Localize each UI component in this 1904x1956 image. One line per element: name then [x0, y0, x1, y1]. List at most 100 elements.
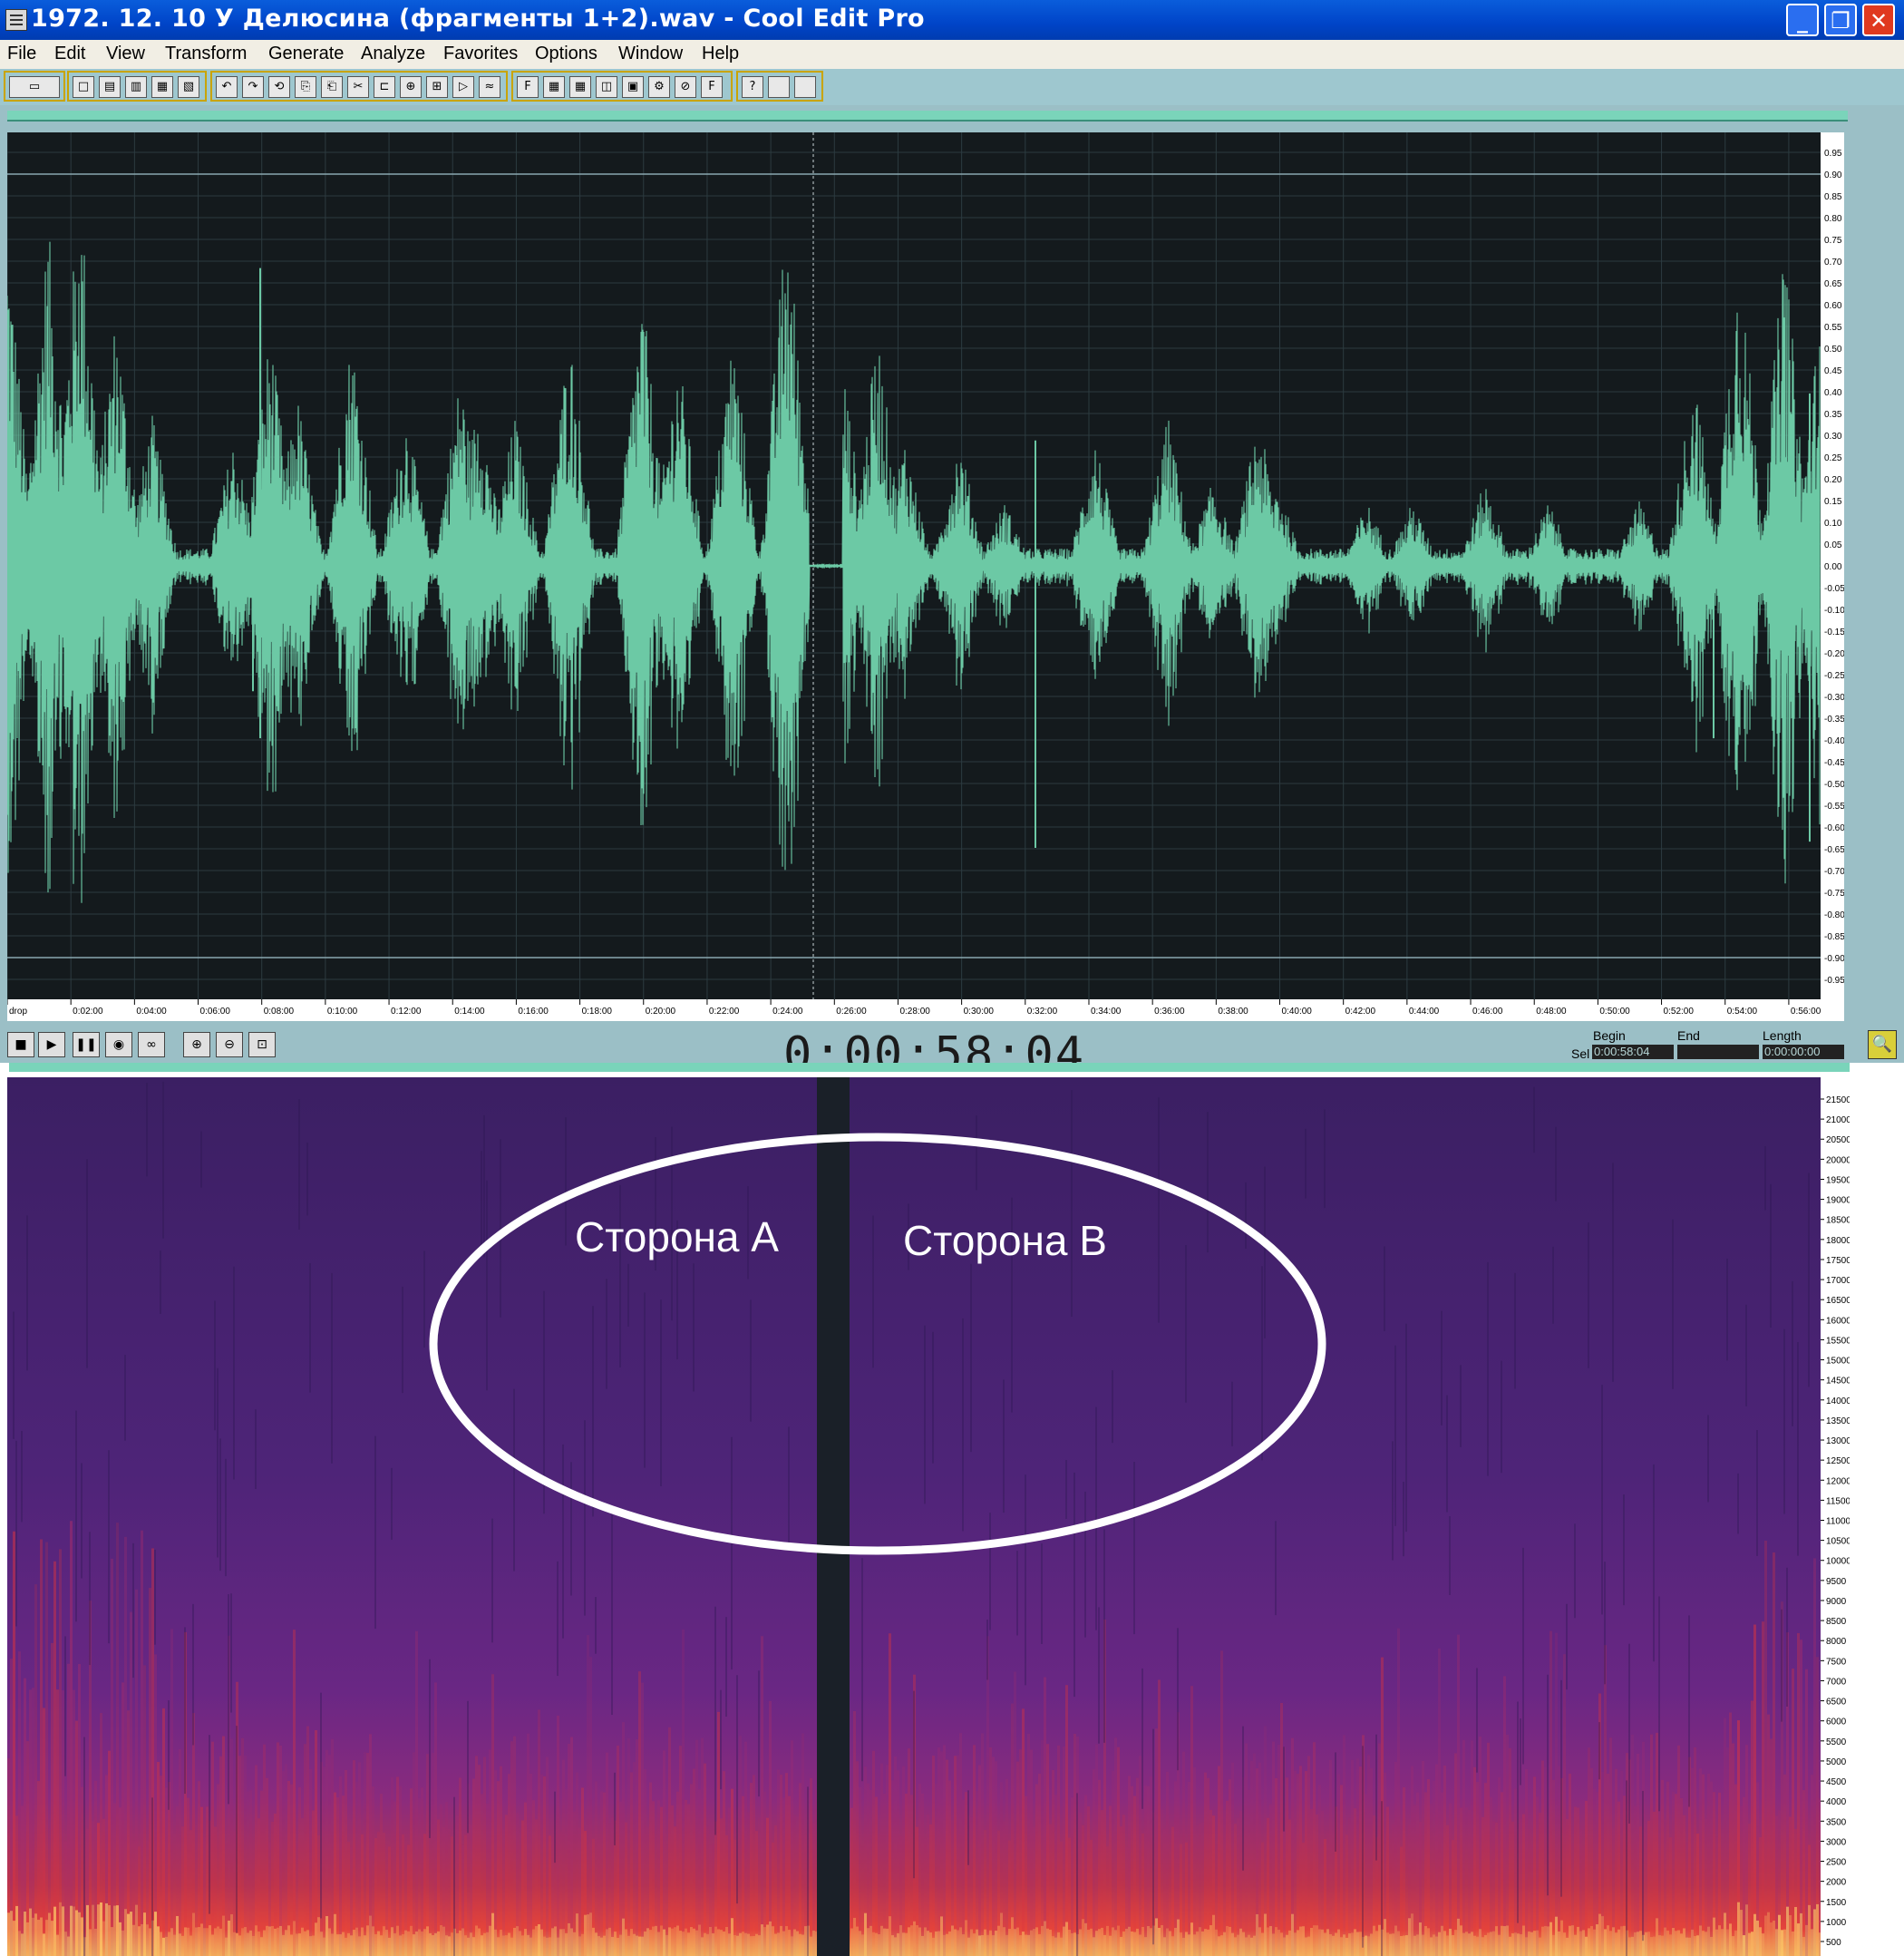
menu-favorites[interactable]: Favorites: [443, 44, 518, 64]
spectral-peak: [209, 1925, 211, 1956]
record-button[interactable]: ◉: [105, 1032, 132, 1057]
time-label: 0:40:00: [1282, 1007, 1313, 1017]
frequency-label: 17000: [1826, 1276, 1850, 1286]
loop-button[interactable]: ∞: [138, 1032, 165, 1057]
time-ruler[interactable]: drop 0:02:00 0:04:00 0:06:00 0:08:00 0:10:00 0…: [7, 999, 1844, 1021]
spectral-peak: [1136, 1928, 1139, 1956]
spectral-peak: [685, 1928, 687, 1956]
pause-button[interactable]: ❚❚: [73, 1032, 100, 1057]
menu-edit[interactable]: Edit: [54, 44, 85, 64]
spectral-peak: [1685, 1937, 1688, 1956]
spectral-peak: [1299, 1926, 1302, 1956]
time-label: 0:12:00: [391, 1007, 422, 1017]
minimize-button[interactable]: _: [1786, 4, 1819, 36]
spectral-streak: [1166, 1771, 1169, 1956]
menu-help[interactable]: Help: [702, 44, 739, 64]
save-as-icon[interactable]: ▦: [151, 76, 173, 98]
new-file-icon[interactable]: □: [73, 76, 94, 98]
spectral-peak: [1245, 1937, 1248, 1956]
spectral-peak: [908, 1927, 910, 1956]
menu-options[interactable]: Options: [535, 44, 597, 64]
paste-new-icon[interactable]: ⊞: [426, 76, 448, 98]
grid-icon[interactable]: ▦: [543, 76, 565, 98]
tool-icon-27[interactable]: [794, 76, 816, 98]
menu-view[interactable]: View: [106, 44, 145, 64]
spectral-streak: [603, 1792, 606, 1956]
spectral-peak: [1229, 1926, 1231, 1956]
spectral-peak: [1264, 1913, 1267, 1956]
favorites-icon[interactable]: ⊘: [675, 76, 696, 98]
spectral-streak: [399, 1786, 402, 1956]
trim-icon[interactable]: ⊏: [374, 76, 395, 98]
spectral-peak: [1280, 1932, 1283, 1956]
spectral-peak: [1590, 1925, 1593, 1956]
stop-button[interactable]: ■: [7, 1032, 34, 1057]
menu-transform[interactable]: Transform: [165, 44, 247, 64]
sel-end-field[interactable]: [1677, 1045, 1759, 1059]
open-file-icon[interactable]: ▤: [99, 76, 121, 98]
waveform-view-icon[interactable]: ≈: [479, 76, 500, 98]
redo-icon[interactable]: ↷: [242, 76, 264, 98]
spectral-peak: [10, 1911, 13, 1956]
sel-begin-field[interactable]: 0:00:58:04: [1592, 1045, 1674, 1059]
overview-bar[interactable]: [7, 111, 1848, 122]
script-icon[interactable]: F: [701, 76, 723, 98]
zoom-icon[interactable]: 🔍: [1868, 1030, 1897, 1059]
time-label: 0:54:00: [1727, 1007, 1758, 1017]
spectral-noise: [1231, 1381, 1233, 1446]
spectral-streak: [701, 1737, 704, 1956]
repeat-icon[interactable]: ⟲: [268, 76, 290, 98]
waveform-display[interactable]: 0.95 0.90 0.85 0.80 0.75 0.70 0.65 0.60 0.55 0.50…: [7, 132, 1844, 999]
properties-icon[interactable]: ▣: [622, 76, 644, 98]
menu-file[interactable]: File: [7, 44, 36, 64]
spectral-streak: [886, 1765, 889, 1956]
maximize-button[interactable]: ❐: [1824, 4, 1857, 36]
settings-icon[interactable]: ⚙: [648, 76, 670, 98]
help-icon[interactable]: ?: [742, 76, 763, 98]
zoom-full-button[interactable]: ⊡: [248, 1032, 276, 1057]
spectral-peak: [268, 1926, 271, 1956]
paste-icon[interactable]: ⎗: [321, 76, 343, 98]
spectral-peak: [1506, 1925, 1509, 1956]
menu-analyze[interactable]: Analyze: [361, 44, 425, 64]
spectral-streak: [282, 1771, 285, 1956]
spectral-peak: [353, 1930, 355, 1956]
tool-icon-26[interactable]: [768, 76, 790, 98]
spectral-peak: [1658, 1935, 1661, 1956]
spectral-streak: [323, 1766, 325, 1956]
undo-icon[interactable]: ↶: [216, 76, 238, 98]
close-file-icon[interactable]: ▧: [178, 76, 199, 98]
cut-icon[interactable]: ✂: [347, 76, 369, 98]
sel-length-field[interactable]: 0:00:00:00: [1763, 1045, 1844, 1059]
play-selection-icon[interactable]: ▷: [452, 76, 474, 98]
zoom-in-button[interactable]: ⊕: [183, 1032, 210, 1057]
spectral-streak: [1471, 1740, 1473, 1956]
spectral-peak: [529, 1937, 532, 1956]
mix-paste-icon[interactable]: ⊕: [400, 76, 422, 98]
save-icon[interactable]: ▥: [125, 76, 147, 98]
spectrogram-display[interactable]: Сторона А Сторона В 21500 21000 20500 20000 19…: [7, 1077, 1850, 1956]
spectral-peak: [796, 1931, 799, 1956]
amplitude-label: -0.20: [1824, 649, 1844, 659]
copy-icon[interactable]: ⎘: [295, 76, 316, 98]
close-button[interactable]: ✕: [1862, 4, 1895, 36]
spectral-streak: [124, 1536, 127, 1956]
grid-2-icon[interactable]: ▦: [569, 76, 591, 98]
menu-generate[interactable]: Generate: [268, 44, 344, 64]
spectrogram-overview-bar[interactable]: [9, 1063, 1850, 1072]
cue-icon[interactable]: ◫: [596, 76, 617, 98]
spectral-noise: [1808, 1173, 1810, 1387]
mode-switch-icon[interactable]: ▭: [9, 76, 60, 98]
spectral-peak: [546, 1937, 549, 1956]
spectral-peak: [540, 1929, 543, 1956]
zoom-out-button[interactable]: ⊖: [216, 1032, 243, 1057]
spectral-peak: [992, 1935, 995, 1956]
play-button[interactable]: ▶: [38, 1032, 65, 1057]
frequency-icon[interactable]: F: [517, 76, 539, 98]
menu-window[interactable]: Window: [618, 44, 683, 64]
time-label: 0:20:00: [646, 1007, 676, 1017]
spectral-peak: [578, 1936, 581, 1956]
app-icon[interactable]: [5, 9, 27, 31]
amplitude-label: -0.25: [1824, 671, 1844, 681]
spectral-streak: [1811, 1775, 1813, 1956]
